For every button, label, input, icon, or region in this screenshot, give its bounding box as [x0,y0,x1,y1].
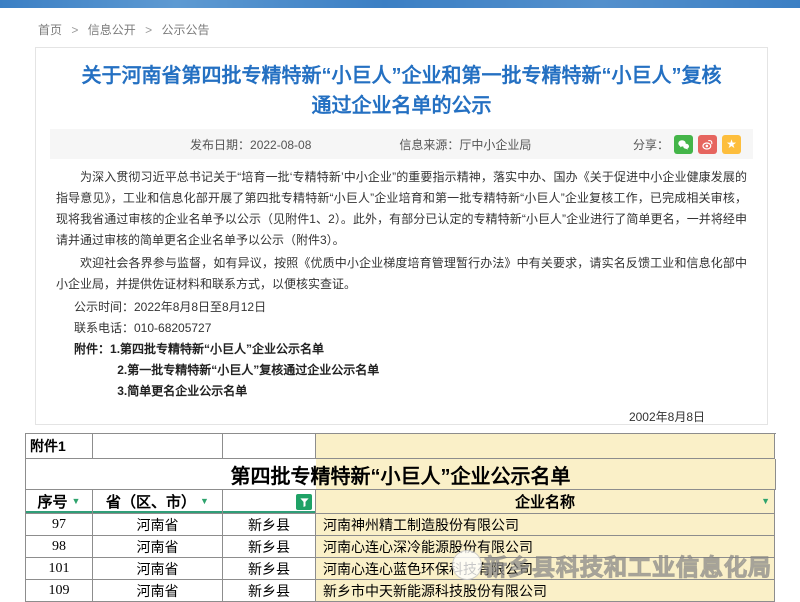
article-body: 为深入贯彻习近平总书记关于“培育一批‘专精特新’中小企业”的重要指示精神，落实中… [56,167,747,428]
article-panel: 关于河南省第四批专精特新“小巨人”企业和第一批专精特新“小巨人”复核通过企业名单… [35,47,768,425]
cell-serial-no: 101 [26,558,93,580]
sign-date: 2002年8月8日 [56,407,747,428]
active-filter-funnel-icon[interactable] [296,494,312,510]
header-company-name: 企业名称 ▼ [316,490,775,514]
attachment-link-2[interactable]: 2.第一批专精特新“小巨人”复核通过企业公示名单 [56,360,747,381]
contact-phone: 联系电话：010-68205727 [56,318,747,339]
cell-company: 河南心连心蓝色环保科技有限公司 [316,558,775,580]
empty-cell [93,434,223,459]
cell-company: 河南心连心深冷能源股份有限公司 [316,536,775,558]
paragraph-2: 欢迎社会各界参与监督，如有异议，按照《优质中小企业梯度培育管理暂行办法》中有关要… [56,253,747,295]
cell-county: 新乡县 [223,536,316,558]
cell-county: 新乡县 [223,580,316,602]
wechat-bubbles-glyph [677,138,690,151]
cell-serial-no: 98 [26,536,93,558]
filter-dropdown-icon[interactable]: ▼ [72,497,81,506]
cell-serial-no: 109 [26,580,93,602]
notice-time: 公示时间：2022年8月8日至8月12日 [56,297,747,318]
attachments-block: 附件：1.第四批专精特新“小巨人”企业公示名单 2.第一批专精特新“小巨人”复核… [56,339,747,402]
info-source: 信息来源：厅中小企业局 [399,136,531,153]
breadcrumb-info-disclosure[interactable]: 信息公开 [88,23,136,37]
share-qzone-star-icon[interactable]: ★ [722,135,741,154]
cell-province: 河南省 [93,580,223,602]
annex1-spreadsheet: 附件1 第四批专精特新“小巨人”企业公示名单 序号 ▼ 省（区、市） ▼ 企业名… [25,433,776,602]
header-serial-no: 序号 ▼ [26,490,93,514]
attachments-label: 附件： [74,342,110,356]
cell-province: 河南省 [93,514,223,536]
breadcrumb-separator: > [145,23,152,37]
top-nav-bar [0,0,800,8]
annex-label: 附件1 [26,434,93,459]
attachment-link-3[interactable]: 3.简单更名企业公示名单 [56,381,747,402]
article-meta-bar: 发布日期：2022-08-08 信息来源：厅中小企业局 分享： [50,129,753,159]
paragraph-1: 为深入贯彻习近平总书记关于“培育一批‘专精特新’中小企业”的重要指示精神，落实中… [56,167,747,251]
page-title: 关于河南省第四批专精特新“小巨人”企业和第一批专精特新“小巨人”复核通过企业名单… [74,61,729,121]
header-county [223,490,316,514]
cell-county: 新乡县 [223,514,316,536]
publish-date: 发布日期：2022-08-08 [190,136,311,153]
attachment-link-1[interactable]: 1.第四批专精特新“小巨人”企业公示名单 [110,342,324,356]
table-row: 109 河南省 新乡县 新乡市中天新能源科技股份有限公司 [26,580,776,602]
share-wechat-icon[interactable] [674,135,693,154]
header-province: 省（区、市） ▼ [93,490,223,514]
empty-cell [316,434,775,459]
empty-cell [223,434,316,459]
cell-province: 河南省 [93,536,223,558]
cell-company: 新乡市中天新能源科技股份有限公司 [316,580,775,602]
table-header-row: 序号 ▼ 省（区、市） ▼ 企业名称 ▼ [26,490,776,514]
cell-county: 新乡县 [223,558,316,580]
star-glyph: ★ [726,138,737,150]
breadcrumb: 首页 > 信息公开 > 公示公告 [38,21,209,38]
table-title: 第四批专精特新“小巨人”企业公示名单 [26,459,776,490]
breadcrumb-separator: > [71,23,78,37]
filter-dropdown-icon[interactable]: ▼ [761,497,770,506]
filter-dropdown-icon[interactable]: ▼ [200,497,209,506]
share-label: 分享： [633,136,669,153]
breadcrumb-announcements[interactable]: 公示公告 [161,23,209,37]
table-row: 97 河南省 新乡县 河南神州精工制造股份有限公司 [26,514,776,536]
cell-company: 河南神州精工制造股份有限公司 [316,514,775,536]
table-row: 101 河南省 新乡县 河南心连心蓝色环保科技有限公司 [26,558,776,580]
share-weibo-icon[interactable] [698,135,717,154]
breadcrumb-home[interactable]: 首页 [38,23,62,37]
funnel-glyph [299,497,310,508]
annex-label-row: 附件1 [26,434,776,459]
weibo-eye-glyph [701,138,714,151]
cell-province: 河南省 [93,558,223,580]
share-bar: 分享： ★ [633,135,741,154]
table-row: 98 河南省 新乡县 河南心连心深冷能源股份有限公司 [26,536,776,558]
cell-serial-no: 97 [26,514,93,536]
